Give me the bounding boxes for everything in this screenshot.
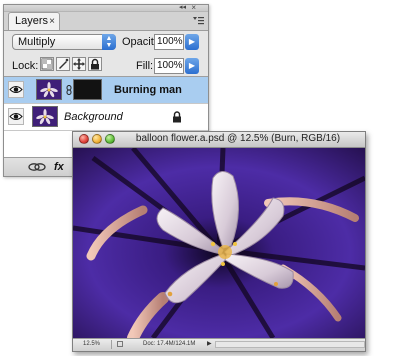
layer-thumbnail[interactable] xyxy=(32,106,58,127)
flower-thumbnail-image xyxy=(33,107,57,126)
link-layers-icon[interactable] xyxy=(26,160,48,174)
lock-transparent-icon xyxy=(41,58,53,70)
tab-close-button[interactable]: × xyxy=(49,13,55,30)
status-menu-arrow-icon[interactable]: ▶ xyxy=(207,339,212,350)
document-status-bar: 12.5% Doc: 17.4M/124.1M ▶ xyxy=(73,338,365,351)
window-close-button[interactable] xyxy=(79,134,89,144)
lock-all-button[interactable] xyxy=(88,57,102,71)
chain-link-icon[interactable] xyxy=(66,85,72,95)
eye-icon xyxy=(9,86,23,93)
layer-mask-thumbnail[interactable] xyxy=(73,79,102,100)
panel-drag-bar[interactable]: ◂◂ × xyxy=(4,5,208,12)
select-arrows-icon: ▲ ▼ xyxy=(102,34,116,50)
opacity-slider-button[interactable]: ▶ xyxy=(185,34,199,50)
layer-name[interactable]: Burning man xyxy=(114,84,182,96)
visibility-toggle[interactable] xyxy=(8,108,24,125)
panel-close-button[interactable]: × xyxy=(191,5,196,12)
horizontal-scrollbar[interactable] xyxy=(215,341,365,348)
fill-slider-button[interactable]: ▶ xyxy=(185,58,199,74)
layer-name[interactable]: Background xyxy=(64,111,123,123)
layer-row-background[interactable]: Background xyxy=(4,104,208,131)
lock-label: Lock: xyxy=(12,60,39,72)
balloon-flower-photo xyxy=(73,146,365,344)
tab-layers-label: Layers xyxy=(15,15,49,27)
lock-transparent-button[interactable] xyxy=(40,57,54,71)
layer-thumbnail[interactable] xyxy=(36,79,62,100)
window-zoom-button[interactable] xyxy=(105,134,115,144)
layer-row-burning-man[interactable]: Burning man xyxy=(4,77,208,104)
flower-thumbnail-image xyxy=(37,80,61,99)
panel-collapse-button[interactable]: ◂◂ xyxy=(179,5,186,11)
panel-tab-strip: Layers × xyxy=(4,12,208,31)
lock-position-button[interactable] xyxy=(72,57,86,71)
lock-icon xyxy=(173,111,181,123)
lock-position-icon xyxy=(73,58,85,70)
lock-all-icon xyxy=(91,58,99,70)
lock-image-button[interactable] xyxy=(56,57,70,71)
status-info-icon[interactable] xyxy=(117,341,123,347)
fill-input[interactable]: 100% xyxy=(154,58,184,74)
document-title-bar[interactable]: balloon flower.a.psd @ 12.5% (Burn, RGB/… xyxy=(73,132,365,148)
document-size: Doc: 17.4M/124.1M xyxy=(143,341,196,347)
window-minimize-button[interactable] xyxy=(92,134,102,144)
tab-layers[interactable]: Layers × xyxy=(8,12,60,30)
visibility-toggle[interactable] xyxy=(8,81,24,98)
lock-image-icon xyxy=(59,58,69,69)
status-divider xyxy=(111,340,112,349)
blend-mode-value: Multiply xyxy=(18,36,56,48)
image-canvas[interactable] xyxy=(73,146,365,344)
panel-menu-icon[interactable] xyxy=(192,15,204,27)
document-window: balloon flower.a.psd @ 12.5% (Burn, RGB/… xyxy=(72,131,366,352)
opacity-input[interactable]: 100% xyxy=(154,34,184,50)
document-title: balloon flower.a.psd @ 12.5% (Burn, RGB/… xyxy=(135,133,341,144)
eye-icon xyxy=(9,113,23,120)
zoom-level[interactable]: 12.5% xyxy=(83,339,100,350)
fill-label: Fill: xyxy=(136,60,154,72)
blend-mode-select[interactable]: Multiply ▲ ▼ xyxy=(12,34,116,50)
